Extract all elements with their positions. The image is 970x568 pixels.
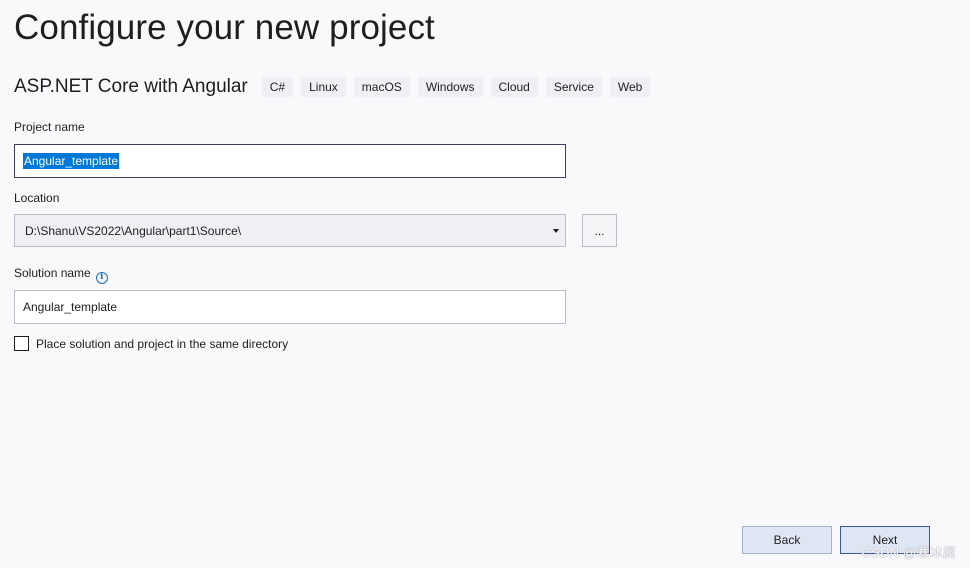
solution-name-input[interactable]: Angular_template [14,290,566,324]
tag-macos: macOS [353,77,410,97]
project-name-label: Project name [14,120,85,134]
tag-linux: Linux [301,77,346,97]
tag-windows: Windows [417,77,483,97]
location-label: Location [14,191,60,205]
solution-name-value: Angular_template [23,300,118,314]
csdn-watermark: CSDN @寒冰屋 [861,545,956,560]
tag-web: Web [609,77,651,97]
tag-cloud: Cloud [490,77,538,97]
project-name-value: Angular_template [23,153,120,169]
project-name-input[interactable]: Angular_template [14,144,566,178]
template-name: ASP.NET Core with Angular [14,76,248,97]
template-header: ASP.NET Core with Angular C# Linux macOS… [14,76,658,98]
solution-name-label: Solution name [14,266,91,280]
configure-project-dialog: Configure your new project ASP.NET Core … [0,0,970,568]
same-directory-label: Place solution and project in the same d… [36,336,289,351]
page-title: Configure your new project [14,8,435,47]
back-button[interactable]: Back [742,526,832,554]
browse-button[interactable]: ... [582,214,617,247]
info-icon[interactable]: i [95,271,108,284]
solution-name-label-row: Solution name i [14,266,108,284]
location-value: D:\Shanu\VS2022\Angular\part1\Source\ [25,223,242,238]
tag-csharp: C# [261,77,294,97]
same-directory-option[interactable]: Place solution and project in the same d… [14,336,288,351]
same-directory-checkbox[interactable] [14,336,29,351]
chevron-down-icon[interactable] [553,229,559,233]
location-combobox[interactable]: D:\Shanu\VS2022\Angular\part1\Source\ [14,214,566,247]
tag-service: Service [545,77,602,97]
